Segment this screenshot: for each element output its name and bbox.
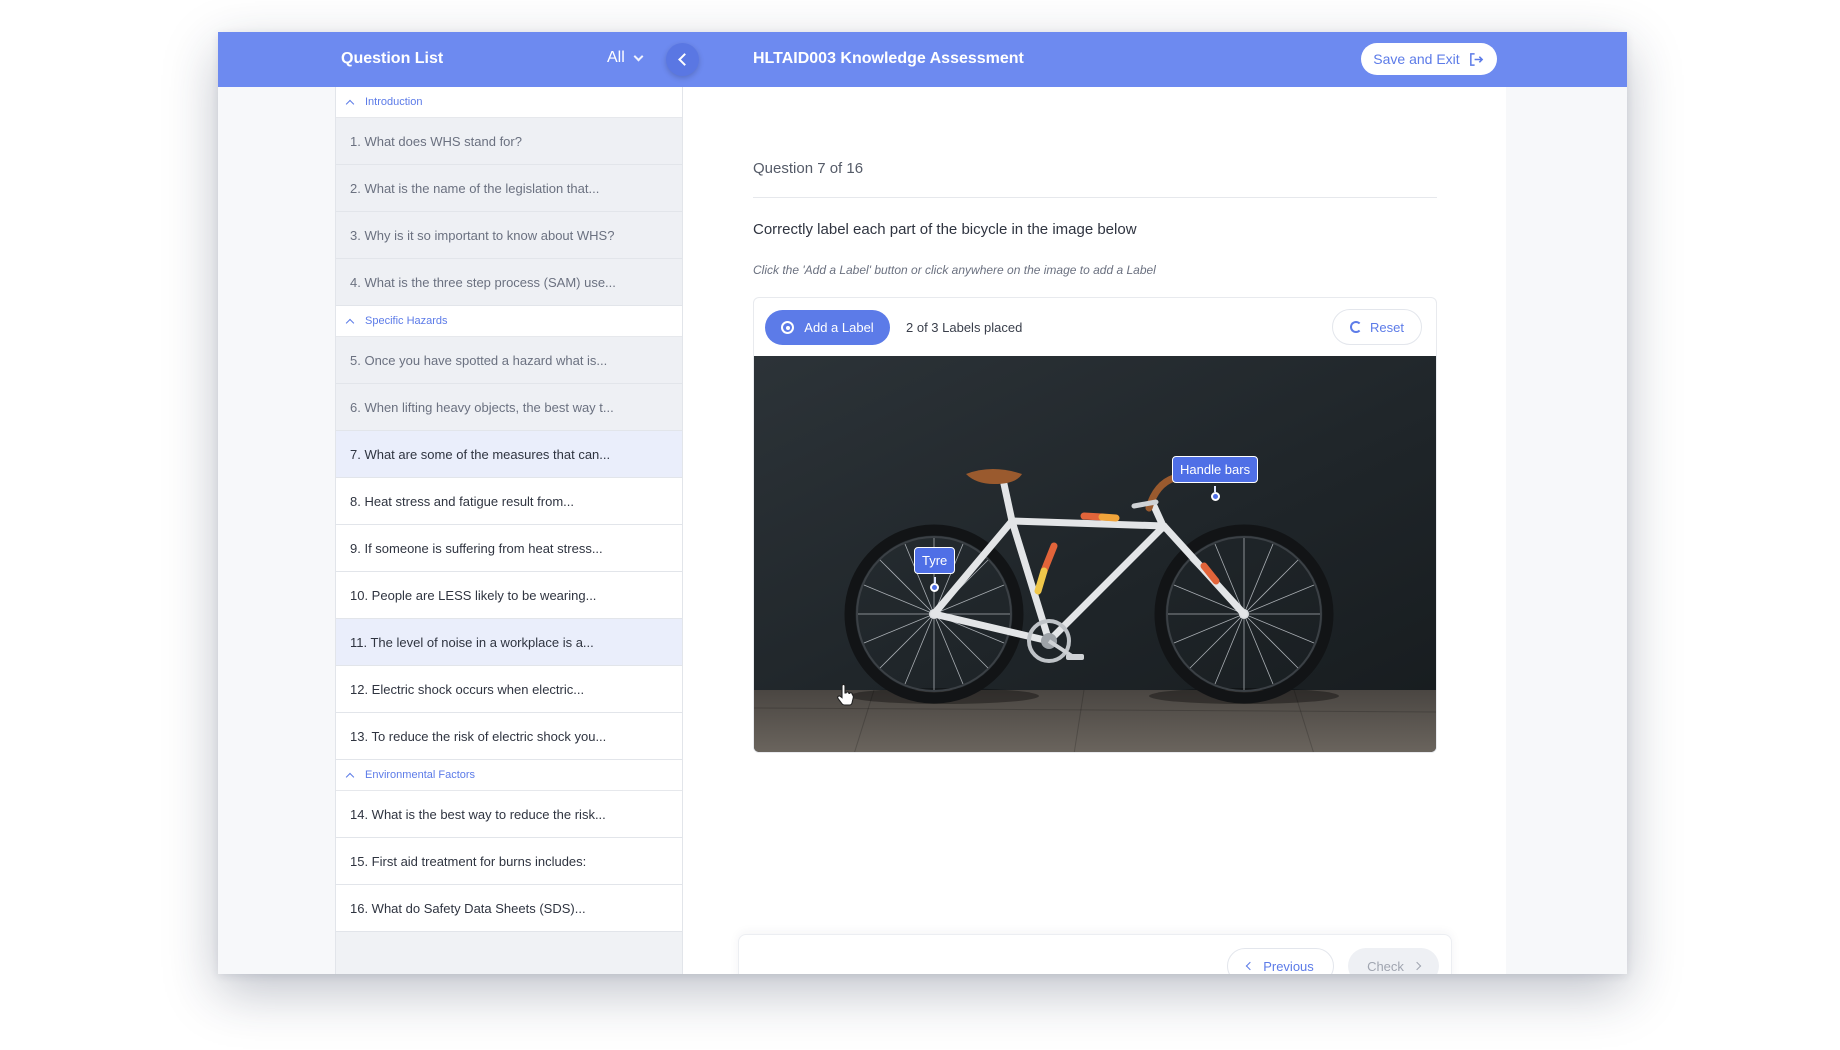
chevron-up-icon	[345, 318, 355, 327]
save-and-exit-button[interactable]: Save and Exit	[1361, 43, 1497, 75]
question-footer: Previous Check	[738, 934, 1452, 974]
exit-icon	[1469, 52, 1483, 66]
question-list-item[interactable]: 1. What does WHS stand for?	[336, 118, 682, 165]
previous-button[interactable]: Previous	[1227, 948, 1334, 974]
labels-placed-status: 2 of 3 Labels placed	[906, 320, 1023, 335]
question-filter-dropdown[interactable]: All	[607, 49, 644, 67]
filter-value: All	[607, 49, 625, 66]
question-list-item[interactable]: 16. What do Safety Data Sheets (SDS)...	[336, 885, 682, 932]
question-hint: Click the 'Add a Label' button or click …	[753, 263, 1156, 277]
question-list-item[interactable]: 11. The level of noise in a workplace is…	[336, 619, 682, 666]
section-title: Specific Hazards	[365, 315, 448, 327]
question-list-item[interactable]: 15. First aid treatment for burns includ…	[336, 838, 682, 885]
question-list-title: Question List	[341, 50, 444, 67]
section-header[interactable]: Introduction	[336, 87, 682, 118]
add-label-text: Add a Label	[804, 320, 874, 335]
bicycle-illustration	[754, 356, 1436, 752]
question-list-item[interactable]: 8. Heat stress and fatigue result from..…	[336, 478, 682, 525]
refresh-icon	[1350, 321, 1363, 333]
question-list-item[interactable]: 13. To reduce the risk of electric shock…	[336, 713, 682, 760]
labeling-toolbar: Add a Label 2 of 3 Labels placed Reset	[754, 298, 1436, 356]
section-header[interactable]: Specific Hazards	[336, 306, 682, 337]
label-marker-handle-bars[interactable]: Handle bars	[1172, 456, 1259, 501]
target-icon	[781, 321, 795, 334]
label-anchor-dot[interactable]	[1210, 492, 1220, 501]
course-title: HLTAID003 Knowledge Assessment	[753, 50, 1024, 67]
section-header[interactable]: Environmental Factors	[336, 760, 682, 791]
reset-label: Reset	[1370, 319, 1404, 335]
section-title: Introduction	[365, 96, 423, 108]
section-title: Environmental Factors	[365, 769, 476, 781]
label-marker-tyre[interactable]: Tyre	[914, 547, 956, 592]
question-list-item[interactable]: 7. What are some of the measures that ca…	[336, 431, 682, 478]
question-list-item[interactable]: 10. People are LESS likely to be wearing…	[336, 572, 682, 619]
labeling-card: Add a Label 2 of 3 Labels placed Reset H…	[753, 297, 1437, 753]
question-panel: Question 7 of 16 Correctly label each pa…	[683, 87, 1506, 974]
label-tag[interactable]: Tyre	[914, 547, 956, 574]
app-window: Question List All HLTAID003 Knowledge As…	[218, 32, 1627, 974]
check-label: Check	[1367, 958, 1404, 974]
question-list-item[interactable]: 3. Why is it so important to know about …	[336, 212, 682, 259]
divider	[753, 197, 1437, 198]
chevron-left-icon	[1245, 961, 1255, 971]
save-exit-label: Save and Exit	[1373, 51, 1460, 67]
question-list-item[interactable]: 14. What is the best way to reduce the r…	[336, 791, 682, 838]
question-list-item[interactable]: 4. What is the three step process (SAM) …	[336, 259, 682, 306]
chevron-right-icon	[1412, 961, 1422, 971]
chevron-up-icon	[345, 99, 355, 108]
question-number: Question 7 of 16	[753, 160, 864, 177]
label-tag[interactable]: Handle bars	[1172, 456, 1259, 483]
chevron-up-icon	[345, 772, 355, 781]
collapse-sidebar-button[interactable]	[666, 43, 699, 76]
top-bar: Question List All HLTAID003 Knowledge As…	[218, 32, 1627, 87]
question-list-item[interactable]: 9. If someone is suffering from heat str…	[336, 525, 682, 572]
previous-label: Previous	[1263, 958, 1314, 974]
bicycle-image[interactable]: Handle bars Tyre	[754, 356, 1436, 752]
chevron-down-icon	[633, 51, 644, 61]
check-button[interactable]: Check	[1348, 948, 1439, 974]
question-prompt: Correctly label each part of the bicycle…	[753, 221, 1137, 238]
question-list-item[interactable]: 5. Once you have spotted a hazard what i…	[336, 337, 682, 384]
question-list-item[interactable]: 12. Electric shock occurs when electric.…	[336, 666, 682, 713]
question-list-item[interactable]: 2. What is the name of the legislation t…	[336, 165, 682, 212]
question-list-item[interactable]: 6. When lifting heavy objects, the best …	[336, 384, 682, 431]
question-list-sidebar: Introduction 1. What does WHS stand for? 2…	[335, 87, 683, 974]
add-label-button[interactable]: Add a Label	[765, 310, 890, 345]
reset-button[interactable]: Reset	[1332, 309, 1422, 345]
